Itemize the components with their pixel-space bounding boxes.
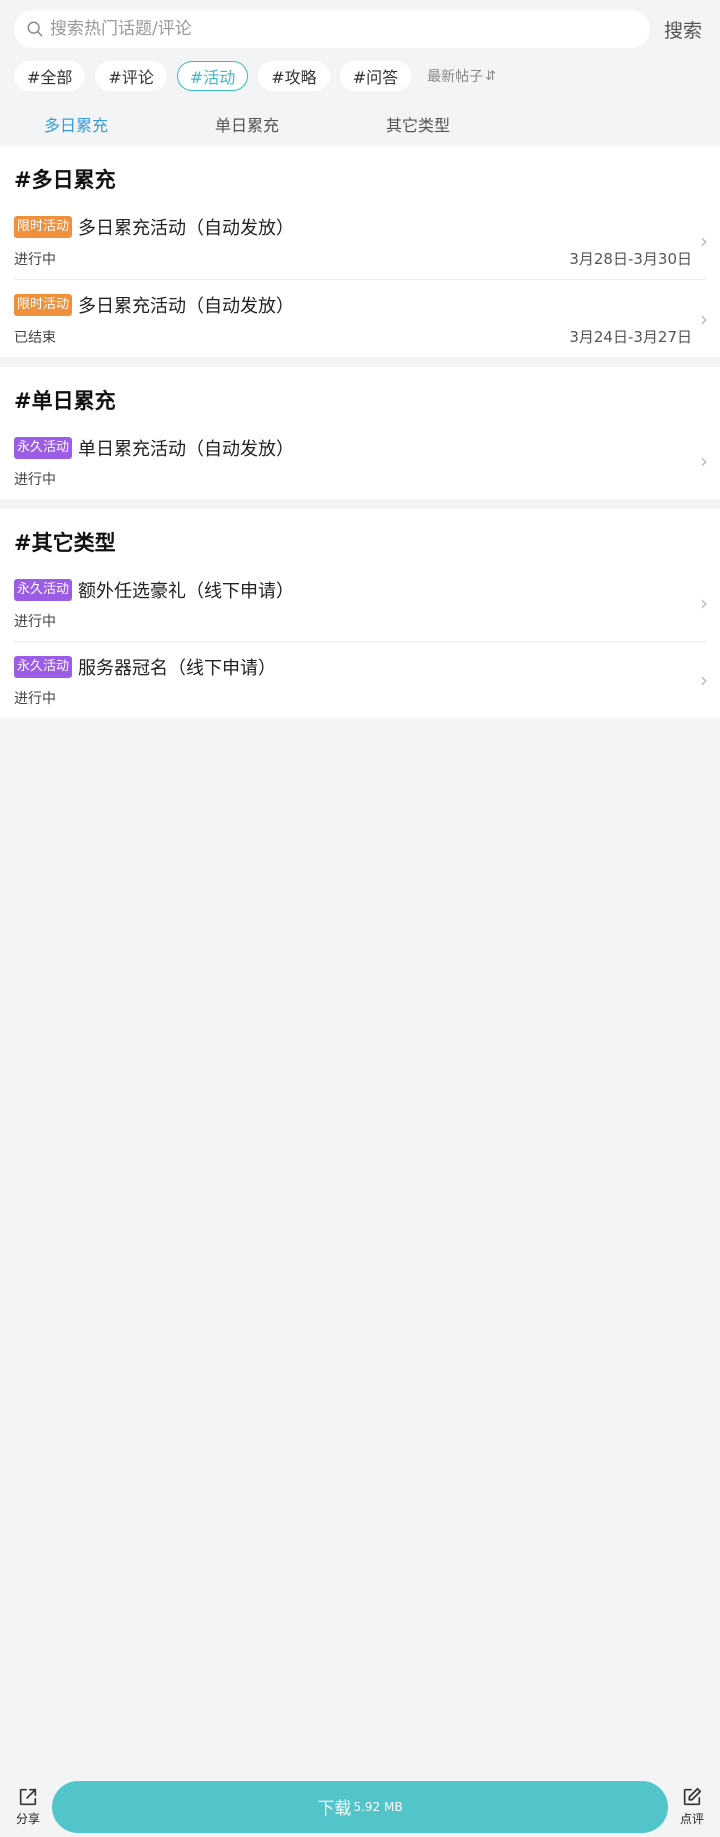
chip-qa[interactable]: #问答 (339, 61, 412, 91)
share-icon (19, 1788, 37, 1806)
section-title: #单日累充 (14, 389, 116, 413)
activity-item[interactable]: 限时活动 多日累充活动（自动发放） 已结束 3月24日-3月27日 › (14, 280, 708, 357)
activity-status: 已结束 (14, 329, 56, 346)
activity-title: 单日累充活动（自动发放） (78, 439, 295, 460)
bottom-bar: 分享 下载 5.92 MB 点评 (0, 1776, 720, 1837)
sort-arrows-icon: ⇵ (485, 68, 497, 84)
download-button[interactable]: 下载 5.92 MB (52, 1780, 668, 1833)
tab-multi-day[interactable]: 多日累充 (44, 112, 215, 136)
section-title: #其它类型 (14, 531, 116, 555)
section-title: #多日累充 (14, 168, 116, 192)
activity-title: 额外任选豪礼（线下申请） (78, 581, 295, 602)
sort-label: 最新帖子 (427, 69, 484, 85)
chip-activities[interactable]: #活动 (176, 61, 249, 91)
sort-toggle[interactable]: 最新帖子 ⇵ (427, 66, 496, 86)
activity-status: 进行中 (14, 251, 56, 268)
section-single-day: #单日累充 永久活动 单日累充活动（自动发放） 进行中 › (0, 367, 720, 499)
chevron-right-icon: › (700, 228, 708, 253)
chevron-right-icon: › (700, 306, 708, 331)
topic-filter-chips: #全部 #评论 #活动 #攻略 #问答 最新帖子 ⇵ (14, 60, 706, 92)
share-label: 分享 (15, 1812, 40, 1826)
edit-icon (683, 1787, 702, 1806)
activity-date: 3月24日-3月27日 (569, 328, 692, 346)
search-icon (27, 21, 43, 37)
activity-status: 进行中 (14, 614, 56, 630)
activity-title: 多日累充活动（自动发放） (78, 296, 295, 317)
chevron-right-icon: › (700, 668, 708, 692)
header: 搜索 #全部 #评论 #活动 #攻略 #问答 最新帖子 ⇵ 多日累充 单日累充 … (0, 0, 720, 146)
tab-single-day[interactable]: 单日累充 (215, 112, 386, 136)
search-row: 搜索 (14, 10, 706, 48)
limited-badge: 限时活动 (14, 294, 73, 316)
activity-date: 3月28日-3月30日 (569, 250, 692, 268)
chip-all[interactable]: #全部 (14, 61, 86, 91)
activity-item[interactable]: 永久活动 服务器冠名（线下申请） 进行中 › (14, 642, 708, 718)
permanent-badge: 永久活动 (14, 656, 73, 678)
activity-title: 服务器冠名（线下申请） (78, 658, 277, 679)
review-label: 点评 (679, 1812, 704, 1826)
download-size: 5.92 MB (353, 1799, 403, 1814)
review-button[interactable]: 点评 (674, 1786, 710, 1827)
chip-guides[interactable]: #攻略 (258, 61, 330, 91)
download-label: 下载 (317, 1799, 352, 1819)
search-box[interactable] (14, 10, 650, 48)
limited-badge: 限时活动 (14, 216, 73, 238)
activity-title: 多日累充活动（自动发放） (78, 218, 295, 239)
share-button[interactable]: 分享 (10, 1786, 46, 1827)
chip-comments[interactable]: #评论 (95, 61, 167, 91)
activity-tabs: 多日累充 单日累充 其它类型 (14, 102, 706, 146)
permanent-badge: 永久活动 (14, 579, 73, 601)
chevron-right-icon: › (700, 449, 708, 473)
chevron-right-icon: › (700, 591, 708, 615)
section-multi-day: #多日累充 限时活动 多日累充活动（自动发放） 进行中 3月28日-3月30日 … (0, 146, 720, 357)
search-input[interactable] (50, 19, 638, 39)
search-button[interactable]: 搜索 (660, 16, 706, 43)
activity-item[interactable]: 永久活动 单日累充活动（自动发放） 进行中 › (14, 423, 708, 499)
activity-status: 进行中 (14, 472, 56, 488)
activity-item[interactable]: 限时活动 多日累充活动（自动发放） 进行中 3月28日-3月30日 › (14, 202, 708, 280)
tab-other[interactable]: 其它类型 (386, 112, 557, 136)
section-other: #其它类型 永久活动 额外任选豪礼（线下申请） 进行中 › 永久活动 服务器冠名… (0, 509, 720, 718)
permanent-badge: 永久活动 (14, 437, 73, 459)
activity-item[interactable]: 永久活动 额外任选豪礼（线下申请） 进行中 › (14, 565, 708, 642)
activity-status: 进行中 (14, 691, 56, 707)
